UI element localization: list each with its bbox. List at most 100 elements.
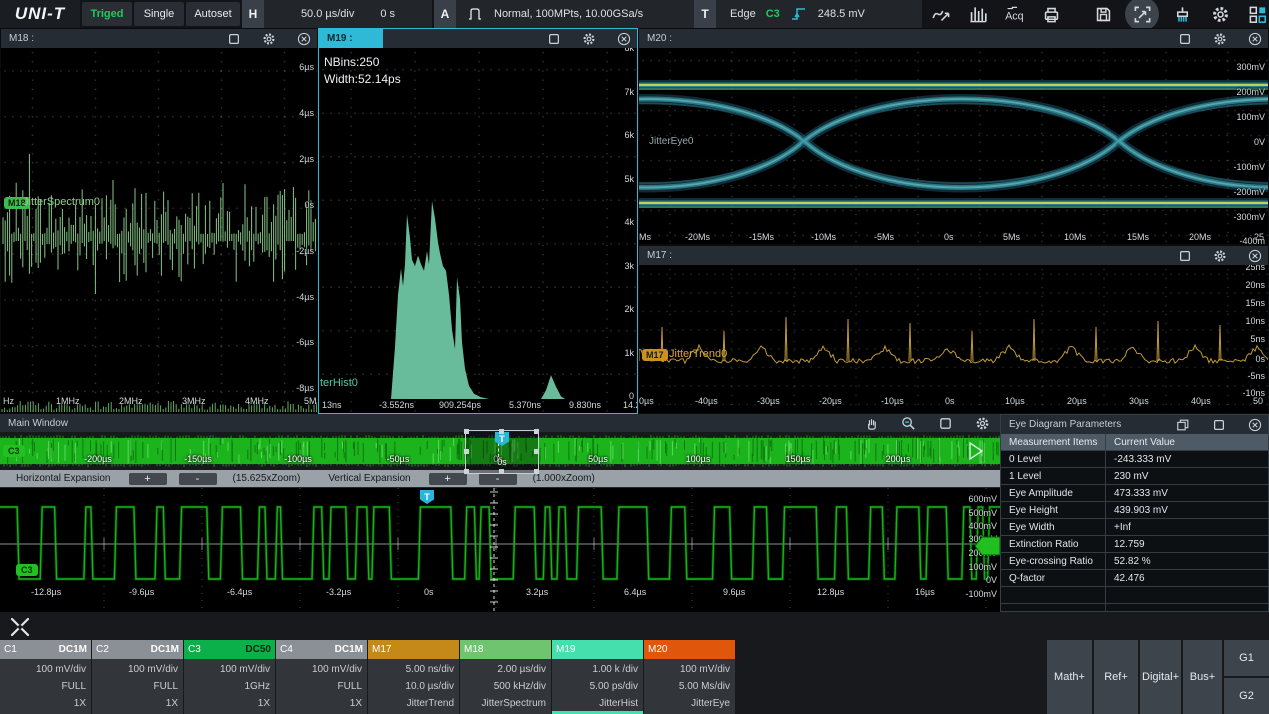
eye-params-header-items: Measurement Items — [1001, 434, 1106, 450]
zoom-out-button[interactable] — [901, 416, 916, 431]
selection-handle[interactable] — [534, 469, 539, 474]
selection-handle[interactable] — [499, 429, 504, 434]
panel-m17-titlebar[interactable]: M17 : — [639, 246, 1268, 265]
channel-card-m17[interactable]: M175.00 ns/div10.0 µs/divJitterTrend — [368, 640, 459, 714]
selection-handle[interactable] — [464, 449, 469, 454]
autoset-button[interactable]: Autoset — [186, 2, 240, 26]
histogram-nbins-value: NBins:250 — [324, 55, 379, 69]
overview-waveform-strip[interactable]: -200µs-150µs-100µs-50µs0s50µs100µs150µs2… — [0, 432, 1000, 470]
select-box-button[interactable] — [1178, 249, 1192, 263]
channel-card-c3[interactable]: C3DC50100 mV/div1GHz1X — [184, 640, 275, 714]
channel-card-c4[interactable]: C4DC1M100 mV/divFULL1X — [276, 640, 367, 714]
panel-m17-jitter-trend[interactable]: M17 : 0µs-40µs-30µs-20µs-10µs0s10µs20µs3… — [638, 245, 1269, 414]
select-box-button[interactable] — [1178, 32, 1192, 46]
panel-m20-titlebar[interactable]: M20 : — [639, 29, 1268, 48]
settings-button[interactable] — [1213, 249, 1227, 263]
channel-setting-value: FULL — [338, 681, 362, 692]
channel-card-m20[interactable]: M20100 mV/div5.00 Ms/divJitterEye — [644, 640, 735, 714]
x-axis-tick-label: -15Ms — [749, 232, 774, 242]
horizontal-zoom-in-button[interactable]: + — [129, 473, 167, 485]
trigger-settings[interactable]: Edge C3 248.5 mV — [716, 0, 922, 28]
jitter-histogram-plot[interactable]: NBins:250 Width:52.14ps 13ns-3.552ns909.… — [319, 48, 637, 413]
close-button[interactable] — [297, 32, 311, 46]
jitter-eye-plot[interactable]: Ms-20Ms-15Ms-10Ms-5Ms0s5Ms10Ms15Ms20Ms25… — [639, 48, 1268, 244]
panel-m18-titlebar[interactable]: M18 : — [1, 29, 317, 48]
close-button[interactable] — [1248, 32, 1262, 46]
overview-selection-box[interactable]: 0sT — [465, 430, 539, 474]
single-button[interactable]: Single — [134, 2, 184, 26]
select-box-button[interactable] — [547, 32, 561, 46]
selection-handle[interactable] — [534, 449, 539, 454]
measurement-current-value: -243.333 mV — [1106, 451, 1268, 467]
channel-card-c1[interactable]: C1DC1M100 mV/divFULL1X — [0, 640, 91, 714]
measurement-item-label: Eye Height — [1001, 502, 1106, 518]
close-button[interactable] — [1248, 418, 1262, 432]
overview-time-label: 50µs — [588, 454, 608, 464]
acquire-settings[interactable]: Normal, 100MPts, 10.00GSa/s — [456, 0, 706, 28]
eye-params-table: Measurement ItemsCurrent Value0 Level-24… — [1001, 434, 1268, 611]
add-ref-button[interactable]: Ref+ — [1094, 640, 1138, 714]
panel-m19-jitter-histogram[interactable]: M19 : NBins:250 Width:52.14ps 13ns-3.552… — [318, 28, 638, 414]
x-axis-tick-label: 9.830ns — [569, 400, 601, 410]
x-axis-tick-label: -20Ms — [685, 232, 710, 242]
y-axis-tick-label: 20ns — [1245, 280, 1265, 290]
copy-window-button[interactable] — [1176, 418, 1190, 432]
eye-params-row: Q-factor42.476 — [1001, 569, 1268, 586]
channel-card-c2[interactable]: C2DC1M100 mV/divFULL1X — [92, 640, 183, 714]
eye-params-titlebar[interactable]: Eye Diagram Parameters — [1001, 415, 1268, 434]
select-box-button[interactable] — [1212, 418, 1226, 432]
channel-card-m18[interactable]: M182.00 µs/div500 kHz/divJitterSpectrum — [460, 640, 551, 714]
screenshot-button[interactable] — [1131, 3, 1153, 25]
vertical-zoom-in-button[interactable]: + — [429, 473, 467, 485]
jitter-spectrum-plot[interactable]: Hz1MHz2MHz3MHz4MHz5M6µs4µs2µs0s-2µs-4µs-… — [1, 48, 317, 413]
channel-card-header: M18 — [460, 640, 551, 659]
selection-handle[interactable] — [464, 429, 469, 434]
measurement-current-value — [1106, 587, 1268, 603]
x-axis-tick-label: -20µs — [819, 396, 842, 406]
selection-handle[interactable] — [464, 469, 469, 474]
clear-button[interactable] — [1171, 3, 1193, 25]
settings-icon — [262, 32, 276, 46]
acq-button[interactable]: Acq — [1002, 3, 1024, 25]
selection-handle[interactable] — [534, 429, 539, 434]
panel-m18-jitter-spectrum[interactable]: M18 : Hz1MHz2MHz3MHz4MHz5M6µs4µs2µs0s-2µ… — [0, 28, 318, 414]
settings-button[interactable] — [1209, 3, 1231, 25]
pan-hand-button[interactable] — [864, 416, 879, 431]
group-g2-button[interactable]: G2 — [1224, 678, 1269, 714]
select-box-button[interactable] — [227, 32, 241, 46]
horizontal-zoom-out-button[interactable]: - — [179, 473, 217, 485]
settings-button[interactable] — [975, 416, 990, 431]
vertical-zoom-out-button[interactable]: - — [479, 473, 517, 485]
settings-button[interactable] — [1213, 32, 1227, 46]
close-icon — [297, 32, 311, 46]
horizontal-settings[interactable]: 50.0 µs/div 0 s — [264, 0, 432, 28]
printer-button[interactable] — [1040, 3, 1062, 25]
selection-handle[interactable] — [499, 469, 504, 474]
eye-diagram-parameters-panel[interactable]: Eye Diagram Parameters Measurement Items… — [1000, 414, 1269, 612]
crossed-tools-icon[interactable] — [8, 615, 32, 639]
close-button[interactable] — [617, 32, 631, 46]
measure-button[interactable] — [930, 3, 952, 25]
close-button[interactable] — [1248, 249, 1262, 263]
zoomed-waveform-view[interactable]: -12.8µs-9.6µs-6.4µs-3.2µs0s3.2µs6.4µs9.6… — [0, 487, 1000, 613]
jitter-histogram-button[interactable] — [966, 3, 988, 25]
save-button[interactable] — [1092, 3, 1114, 25]
select-box-button[interactable] — [938, 416, 953, 431]
x-axis-tick-label: 13ns — [322, 400, 342, 410]
apps-grid-button[interactable] — [1246, 3, 1268, 25]
x-axis-tick-label: Hz — [3, 396, 14, 406]
channel-coupling: DC1M — [59, 644, 87, 655]
settings-button[interactable] — [582, 32, 596, 46]
jitter-trend-plot[interactable]: 0µs-40µs-30µs-20µs-10µs0s10µs20µs30µs40µ… — [639, 265, 1268, 413]
panel-m19-titlebar[interactable]: M19 : — [319, 29, 637, 48]
group-g1-button[interactable]: G1 — [1224, 640, 1269, 676]
settings-button[interactable] — [262, 32, 276, 46]
add-bus-button[interactable]: Bus+ — [1183, 640, 1222, 714]
panel-title: M20 : — [639, 29, 680, 48]
channel-card-m19[interactable]: M191.00 k /div5.00 ps/divJitterHist — [552, 640, 643, 714]
channel-setting-value: JitterHist — [599, 698, 638, 709]
add-math-button[interactable]: Math+ — [1047, 640, 1092, 714]
add-digital-button[interactable]: Digital+ — [1140, 640, 1181, 714]
panel-m20-jitter-eye[interactable]: M20 : Ms-20Ms-15Ms-10Ms-5Ms0s5Ms10Ms15Ms… — [638, 28, 1269, 245]
eye-params-row: Extinction Ratio12.759 — [1001, 535, 1268, 552]
